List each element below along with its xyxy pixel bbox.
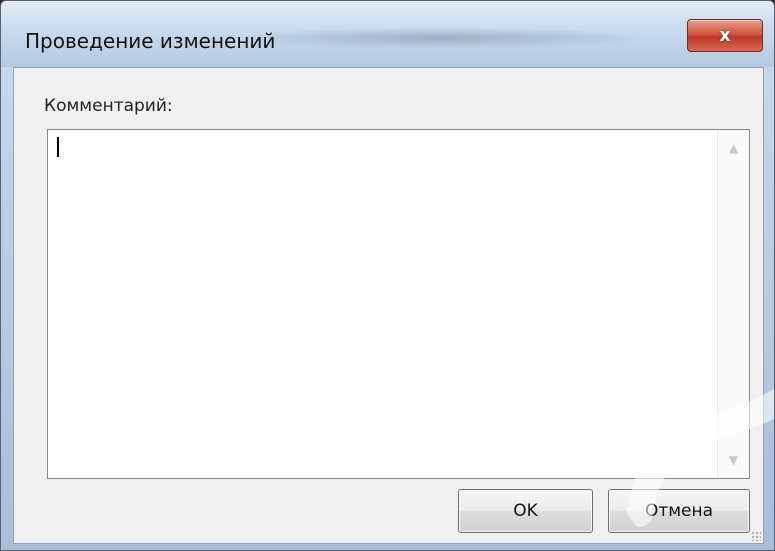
scroll-up-arrow-icon[interactable]: ▲	[718, 142, 749, 154]
ok-button[interactable]: OK	[458, 489, 593, 533]
resize-grip-icon[interactable]	[751, 531, 761, 541]
comment-scrollbar[interactable]: ▲ ▼	[717, 130, 749, 478]
scroll-down-arrow-icon[interactable]: ▼	[718, 454, 749, 466]
window-title: Проведение изменений	[25, 29, 276, 53]
cancel-button[interactable]: Отмена	[608, 489, 750, 533]
title-bar[interactable]: Проведение изменений x	[1, 1, 774, 67]
text-caret	[57, 137, 59, 157]
dialog-body: Комментарий: ▲ ▼ OK Отмена	[13, 67, 764, 544]
close-button[interactable]: x	[687, 19, 763, 52]
title-bar-glare	[231, 27, 651, 49]
dialog-window: Проведение изменений x Комментарий: ▲ ▼ …	[0, 0, 775, 551]
comment-label: Комментарий:	[44, 96, 173, 116]
comment-textarea[interactable]: ▲ ▼	[47, 129, 750, 479]
close-icon: x	[719, 24, 731, 46]
